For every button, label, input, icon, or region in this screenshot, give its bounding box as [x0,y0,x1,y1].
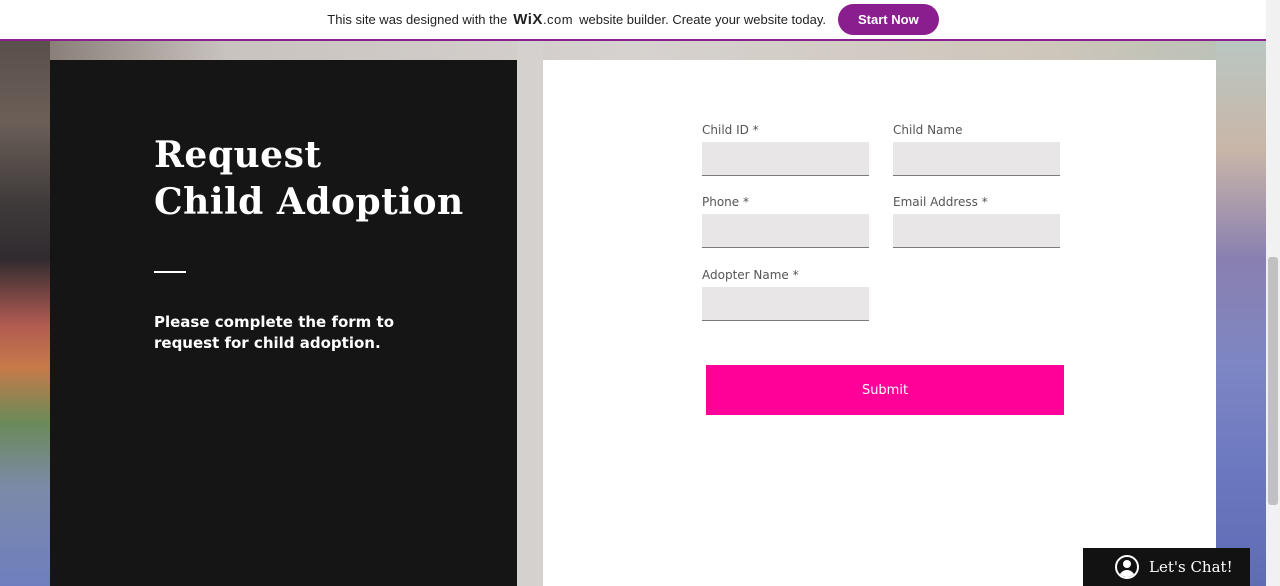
banner-suffix: website builder. Create your website tod… [579,12,827,27]
intro-text: Please complete the form to request for … [154,313,394,352]
adoption-form: Child ID * Child Name Phone * Email Addr… [543,60,1216,586]
wix-logo-main: WiX [513,11,543,28]
background-top-band [0,40,1266,60]
email-field: Email Address * [893,195,1060,248]
chat-widget[interactable]: Let's Chat! [1083,548,1250,586]
submit-button[interactable]: Submit [706,365,1064,415]
background-middle-gap [517,40,543,586]
child-name-field: Child Name [893,123,1060,176]
adopter-name-label: Adopter Name * [702,268,799,282]
email-input[interactable] [893,214,1060,248]
page-title-line2: Child Adoption [154,181,464,223]
phone-input[interactable] [702,214,869,248]
child-id-input[interactable] [702,142,869,176]
child-id-field: Child ID * [702,123,869,176]
adopter-name-field: Adopter Name * [702,268,869,321]
title-divider [154,271,186,273]
start-now-button[interactable]: Start Now [838,4,939,35]
page-title: Request Child Adoption [154,132,464,226]
phone-label: Phone * [702,195,749,209]
phone-field: Phone * [702,195,869,248]
child-id-label: Child ID * [702,123,759,137]
wix-banner: This site was designed with the WiX.com … [0,0,1266,41]
user-avatar-icon [1115,555,1139,579]
adopter-name-input[interactable] [702,287,869,321]
chat-label: Let's Chat! [1149,558,1233,576]
intro-panel: Request Child Adoption Please complete t… [50,60,517,586]
background-left-strip [0,40,50,586]
wix-logo-suffix: .com [542,12,574,27]
banner-prefix: This site was designed with the [327,12,508,27]
page-title-line1: Request [154,134,322,176]
wix-logo[interactable]: WiX.com [513,11,573,28]
scrollbar-thumb[interactable] [1268,257,1278,505]
email-label: Email Address * [893,195,988,209]
background-right-strip [1216,40,1266,586]
child-name-input[interactable] [893,142,1060,176]
child-name-label: Child Name [893,123,963,137]
